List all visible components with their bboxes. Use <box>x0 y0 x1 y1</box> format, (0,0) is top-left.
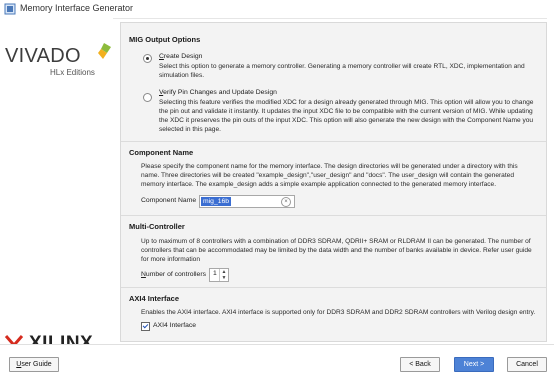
multi-controller-heading: Multi-Controller <box>129 222 185 231</box>
sidebar: VIVADO HLx Editions XILINX <box>0 18 113 354</box>
scroll-edge <box>547 18 554 344</box>
component-name-input[interactable]: mig_16b × <box>199 195 295 208</box>
component-name-label: Component Name <box>141 197 197 204</box>
multi-desc-line2: controllers that can be accommodated may… <box>141 247 532 254</box>
section-divider <box>121 287 546 288</box>
app-icon <box>4 3 16 15</box>
controllers-stepper[interactable]: 1 ▲ ▼ <box>209 268 229 282</box>
cancel-button[interactable]: Cancel <box>507 357 547 372</box>
axi4-checkbox-label[interactable]: AXI4 Interface <box>153 322 196 329</box>
vivado-logo: VIVADO HLx Editions <box>5 43 111 85</box>
create-design-radio[interactable] <box>143 54 152 63</box>
chevron-down-icon[interactable]: ▼ <box>220 275 228 281</box>
vivado-wordmark: VIVADO <box>5 45 81 67</box>
user-guide-button[interactable]: User Guide <box>9 357 59 372</box>
verify-pin-label[interactable]: Verify Pin Changes and Update Design <box>159 89 277 96</box>
next-button[interactable]: Next > <box>454 357 494 372</box>
component-desc-line1: Please specify the component name for th… <box>141 163 518 170</box>
verify-pin-desc-line2: the pin out and validate it instantly. I… <box>159 108 533 115</box>
axi4-heading: AXI4 Interface <box>129 294 180 303</box>
component-desc-line3: memory interface. The example_design add… <box>141 181 497 188</box>
clear-icon[interactable]: × <box>281 197 291 207</box>
axi4-checkbox[interactable] <box>141 322 150 331</box>
vivado-leaf-icon <box>98 43 111 59</box>
multi-desc-line3: for more information <box>141 256 200 263</box>
component-name-value: mig_16b <box>201 197 232 206</box>
mig-output-heading: MIG Output Options <box>129 35 201 44</box>
button-bar: User Guide < Back Next > Cancel <box>0 344 554 373</box>
controllers-value: 1 <box>213 270 217 277</box>
create-design-desc-line1: Select this option to generate a memory … <box>159 63 525 70</box>
component-desc-line2: name. Three directories will be created … <box>141 172 515 179</box>
options-panel: MIG Output Options Create Design Select … <box>120 22 547 342</box>
component-name-heading: Component Name <box>129 148 194 157</box>
axi4-desc: Enables the AXI4 interface. AXI4 interfa… <box>141 309 536 316</box>
stepper-arrows[interactable]: ▲ ▼ <box>219 269 228 281</box>
back-button[interactable]: < Back <box>400 357 440 372</box>
section-divider <box>121 141 546 142</box>
section-divider <box>121 215 546 216</box>
verify-pin-desc-line1: Selecting this feature verifies the modi… <box>159 99 534 106</box>
number-of-controllers-label: Number of controllers <box>141 271 206 278</box>
verify-pin-radio[interactable] <box>143 93 152 102</box>
verify-pin-desc-line3: the XDC it preserves the pin outs of the… <box>159 117 534 124</box>
multi-desc-line1: Up to maximum of 8 controllers with a co… <box>141 238 531 245</box>
create-design-label[interactable]: Create Design <box>159 53 202 60</box>
verify-pin-desc-line4: selected in this page. <box>159 126 221 133</box>
edition-label: HLx Editions <box>50 68 95 77</box>
window-title: Memory Interface Generator <box>20 3 134 13</box>
create-design-desc-line2: simulation files. <box>159 72 205 79</box>
title-bar: Memory Interface Generator <box>0 0 554 19</box>
